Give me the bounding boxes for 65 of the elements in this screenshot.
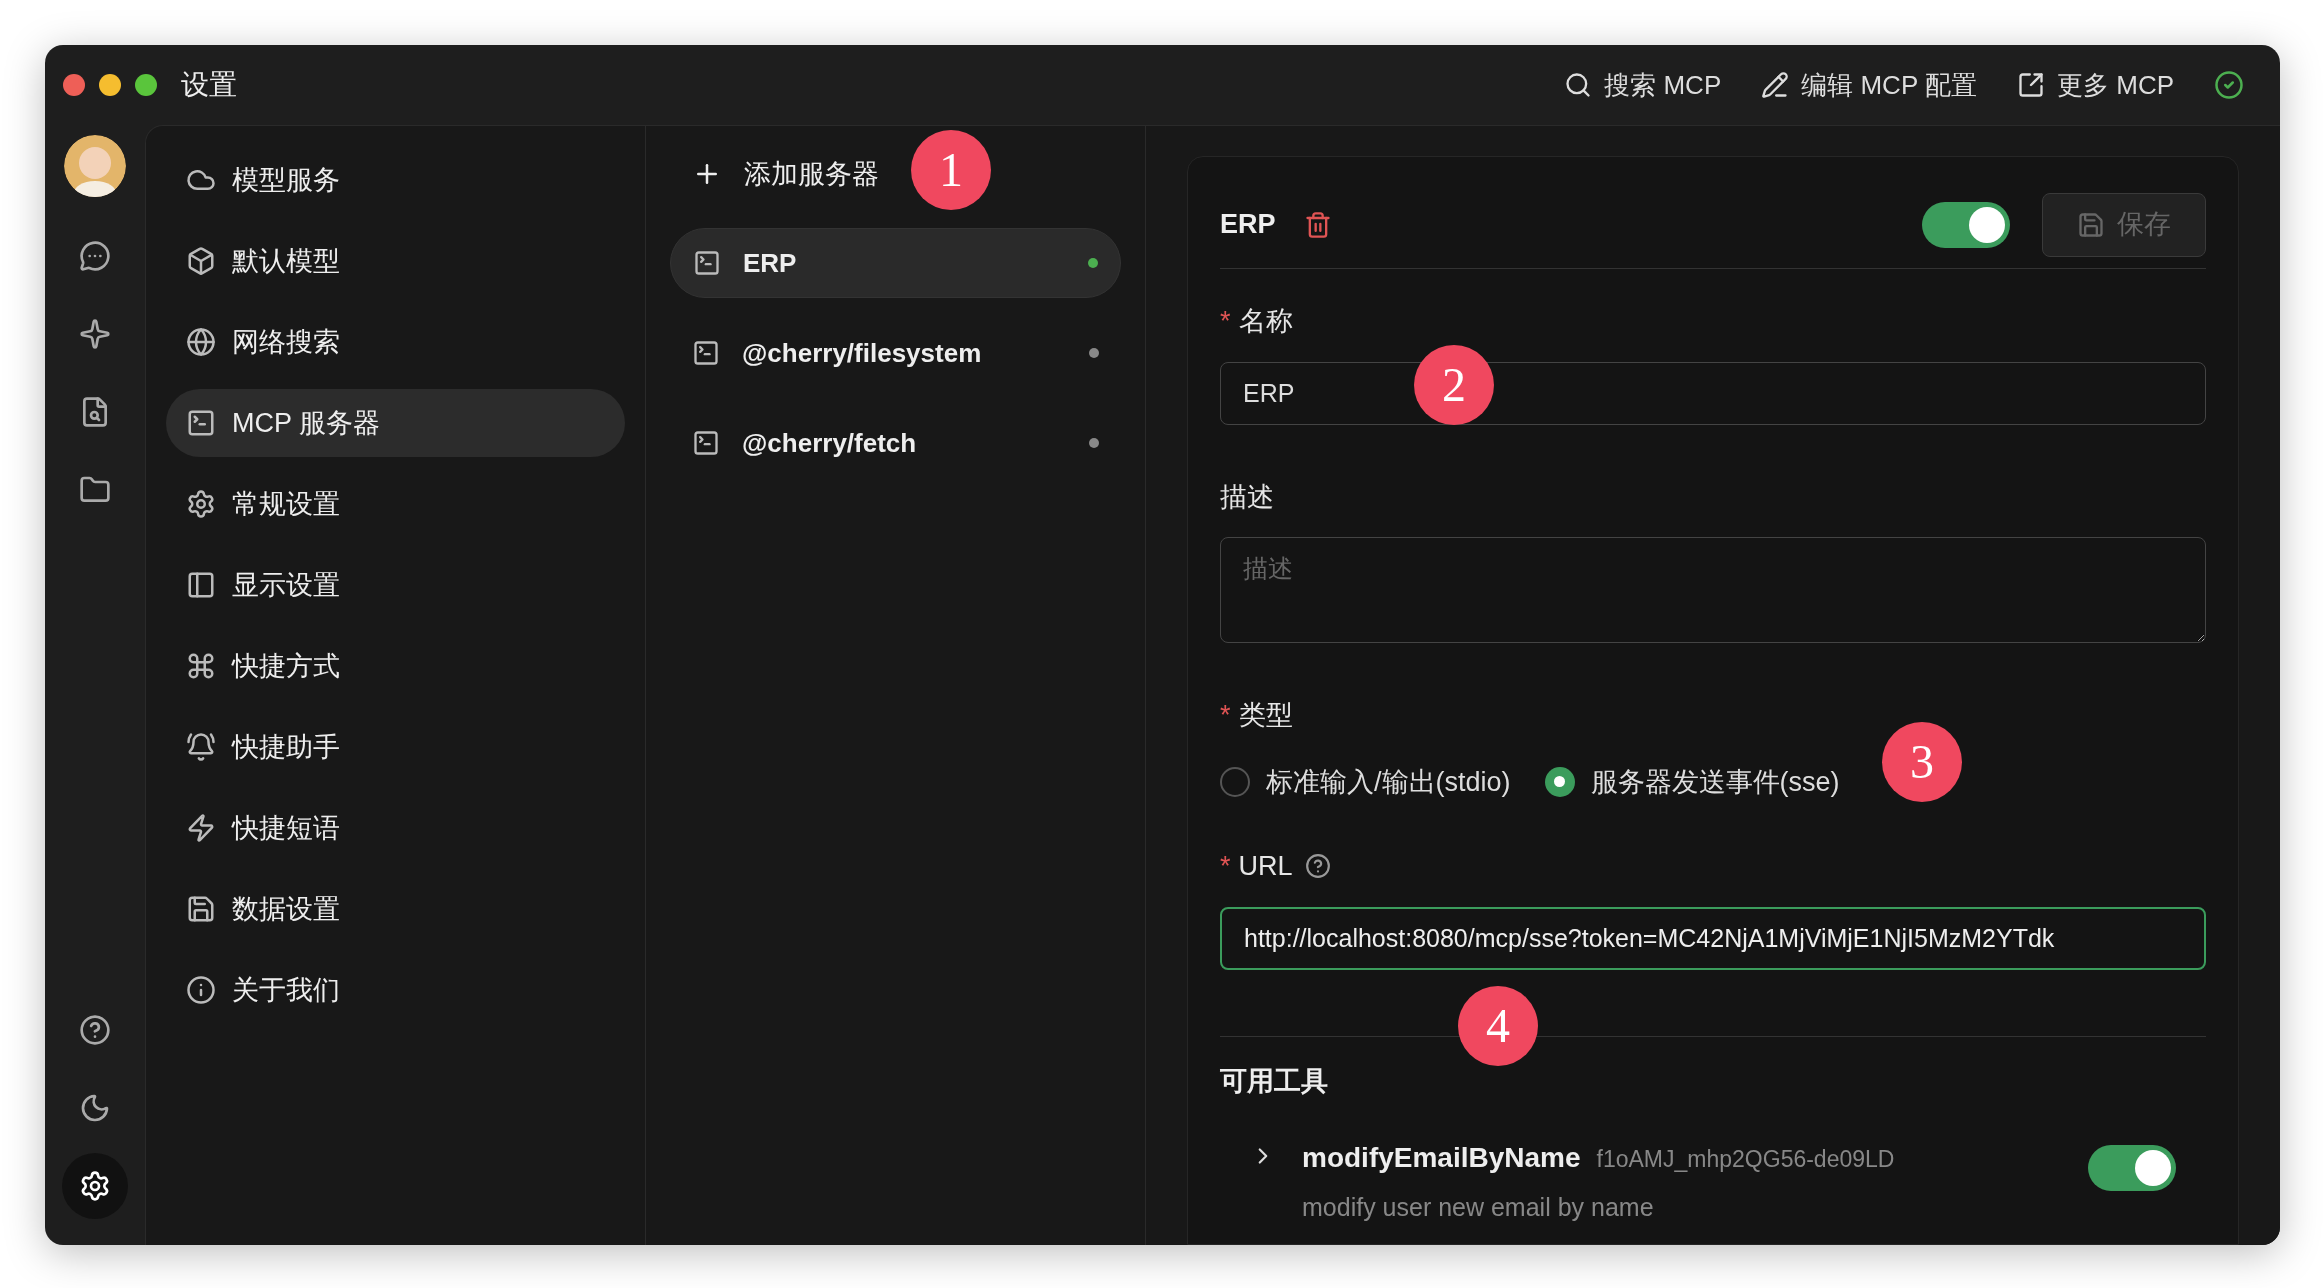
radio-option[interactable]: 服务器发送事件(sse): [1544, 761, 1840, 802]
layout-icon: [186, 570, 216, 600]
required-asterisk: *: [1220, 699, 1231, 732]
field-label: 描述: [1220, 480, 1274, 514]
menu-item[interactable]: 常规设置: [166, 470, 625, 538]
radio-option[interactable]: 标准输入/输出(stdio): [1220, 761, 1511, 802]
sparkle-icon: [79, 318, 111, 350]
radio-button[interactable]: [1544, 766, 1575, 797]
bell-icon: [186, 732, 216, 762]
save-icon: [2077, 210, 2105, 239]
field-label: URL: [1238, 850, 1293, 883]
radio-button[interactable]: [1220, 766, 1250, 797]
menu-item[interactable]: 数据设置: [166, 875, 625, 943]
server-name: ERP: [1220, 208, 1276, 242]
search-icon: [1564, 71, 1593, 99]
menu-item[interactable]: 显示设置: [166, 551, 625, 619]
tool-description: modify user new email by name: [1302, 1192, 1655, 1223]
maximize-window-button[interactable]: [135, 74, 157, 96]
menu-item[interactable]: 默认模型: [166, 227, 625, 295]
server-item[interactable]: @cherry/filesystem: [670, 318, 1121, 388]
terminal-icon: [692, 429, 720, 457]
menu-item[interactable]: 模型服务: [166, 146, 625, 214]
moon-icon: [79, 1092, 111, 1124]
command-key-icon: [186, 651, 216, 681]
terminal-icon: [186, 408, 216, 438]
menu-item[interactable]: 网络搜索: [166, 308, 625, 376]
minimize-window-button[interactable]: [99, 74, 121, 96]
menu-item[interactable]: MCP 服务器: [166, 389, 625, 457]
close-window-button[interactable]: [63, 74, 85, 96]
trash-icon[interactable]: [1303, 210, 1332, 239]
toggle-switch[interactable]: [1922, 201, 2010, 248]
settings-icon: [79, 1170, 111, 1202]
menu-item[interactable]: 关于我们: [166, 956, 625, 1024]
url-input[interactable]: http://localhost:8080/mcp/sse?token=MC42NjA1MjViMjE1NjI5MzM2YTdk: [1220, 906, 2206, 970]
external-link-icon: [2017, 71, 2045, 99]
required-asterisk: *: [1220, 305, 1231, 338]
menu-item[interactable]: 快捷方式: [166, 632, 625, 700]
menu-item[interactable]: 快捷短语: [166, 794, 625, 862]
field-label: 名称: [1238, 305, 1293, 338]
toggle-switch[interactable]: [2088, 1145, 2176, 1191]
cube-icon: [186, 246, 216, 276]
terminal-icon: [692, 339, 720, 367]
chat-icon: [79, 240, 111, 272]
required-asterisk: *: [1220, 850, 1231, 883]
tool-id: f1oAMJ_mhp2QG56-de09LD: [1596, 1145, 1895, 1174]
toolbar-button[interactable]: 更多 MCP: [2017, 65, 2174, 105]
help-icon: [79, 1014, 111, 1046]
toolbar-button[interactable]: 搜索 MCP: [1564, 65, 1722, 105]
settings-icon: [186, 489, 216, 519]
info-icon: [186, 975, 216, 1005]
menu-item[interactable]: 快捷助手: [166, 713, 625, 781]
terminal-icon: [693, 249, 721, 277]
server-item[interactable]: ERP: [670, 228, 1121, 298]
pencil-icon: [1761, 71, 1790, 99]
description-input[interactable]: 描述: [1220, 537, 2206, 643]
toolbar-button[interactable]: 编辑 MCP 配置: [1761, 65, 1977, 105]
tool-name: modifyEmailByName: [1302, 1141, 1581, 1175]
window-title: 设置: [181, 68, 237, 102]
server-item[interactable]: @cherry/fetch: [670, 408, 1121, 478]
section-title: 可用工具: [1220, 1065, 1328, 1096]
save-icon: [186, 894, 216, 924]
lightning-icon: [186, 813, 216, 843]
globe-icon: [186, 327, 216, 357]
field-label: 类型: [1238, 699, 1293, 732]
help-icon[interactable]: [1304, 853, 1331, 880]
